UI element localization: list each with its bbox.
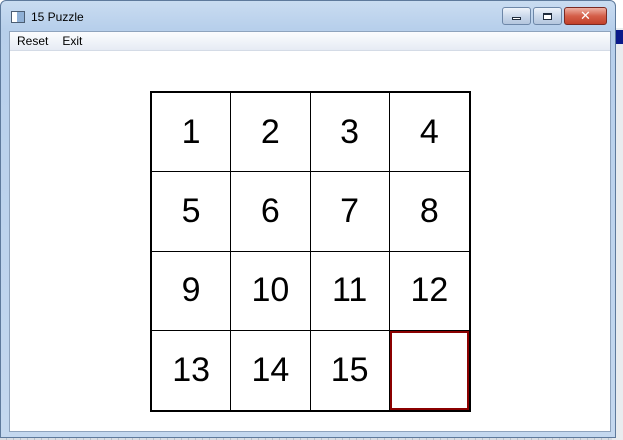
title-bar[interactable]: 15 Puzzle ✕ [1, 1, 615, 31]
close-button[interactable]: ✕ [564, 7, 607, 25]
client-area: Reset Exit 1 2 3 4 5 6 7 8 9 10 11 12 13… [9, 31, 611, 432]
menu-item-exit[interactable]: Exit [55, 32, 89, 50]
tile-1[interactable]: 1 [152, 93, 232, 173]
app-window: 15 Puzzle ✕ Reset Exit 1 2 3 4 5 6 7 8 9… [0, 0, 616, 438]
tile-6[interactable]: 6 [231, 172, 311, 252]
maximize-icon [543, 12, 552, 20]
tile-9[interactable]: 9 [152, 251, 232, 331]
menu-item-reset[interactable]: Reset [10, 32, 55, 50]
tile-3[interactable]: 3 [310, 93, 390, 173]
tile-5[interactable]: 5 [152, 172, 232, 252]
close-icon: ✕ [580, 8, 591, 24]
empty-tile[interactable] [389, 330, 469, 410]
tile-11[interactable]: 11 [310, 251, 390, 331]
minimize-button[interactable] [502, 7, 531, 25]
menu-bar: Reset Exit [10, 32, 610, 51]
tile-2[interactable]: 2 [231, 93, 311, 173]
tile-14[interactable]: 14 [231, 330, 311, 410]
tile-12[interactable]: 12 [389, 252, 469, 331]
puzzle-board: 1 2 3 4 5 6 7 8 9 10 11 12 13 14 15 [150, 91, 471, 412]
app-window-icon[interactable] [11, 11, 25, 23]
tile-13[interactable]: 13 [152, 330, 232, 410]
tile-4[interactable]: 4 [389, 93, 469, 173]
tile-15[interactable]: 15 [311, 330, 390, 410]
tile-7[interactable]: 7 [310, 172, 390, 252]
tile-8[interactable]: 8 [389, 172, 469, 252]
minimize-icon [512, 17, 521, 20]
caption-buttons: ✕ [502, 7, 607, 25]
maximize-button[interactable] [533, 7, 562, 25]
tile-10[interactable]: 10 [231, 251, 311, 331]
window-title: 15 Puzzle [31, 10, 84, 24]
